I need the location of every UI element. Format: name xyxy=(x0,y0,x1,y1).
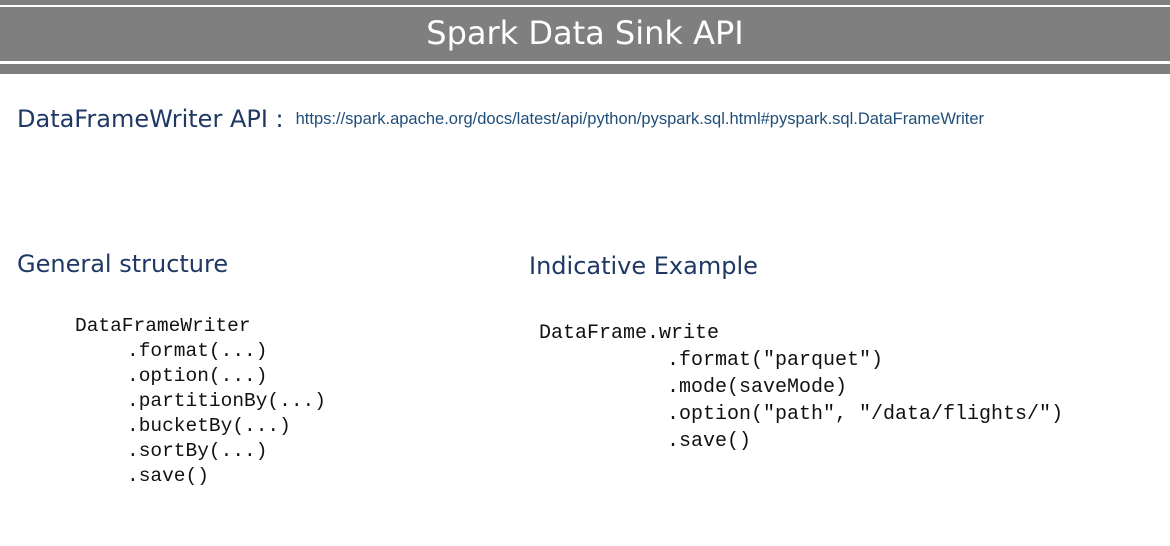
general-structure-code: DataFrameWriter .format(...) .option(...).… xyxy=(75,314,326,489)
code-line: .bucketBy(...) xyxy=(127,415,291,437)
code-line: .format(...) xyxy=(127,340,268,362)
indicative-example-heading: Indicative Example xyxy=(529,252,758,280)
api-reference-label: DataFrameWriter API : xyxy=(17,105,284,133)
code-line: .option(...) xyxy=(127,365,268,387)
general-structure-heading: General structure xyxy=(17,250,229,278)
code-line: .option("path", "/data/flights/") xyxy=(667,403,1064,426)
code-line: .save() xyxy=(667,430,752,453)
code-line: .partitionBy(...) xyxy=(127,390,326,412)
indicative-example-code: DataFrame.write .format("parquet") .mode(s… xyxy=(539,320,1063,455)
api-reference-link[interactable]: https://spark.apache.org/docs/latest/api… xyxy=(296,110,984,128)
slide: Spark Data Sink API DataFrameWriter API … xyxy=(0,0,1170,546)
title-divider-top xyxy=(0,5,1170,7)
code-line: DataFrame.write xyxy=(539,322,720,345)
slide-title: Spark Data Sink API xyxy=(426,14,744,52)
code-line: .mode(saveMode) xyxy=(667,376,848,399)
code-line: .sortBy(...) xyxy=(127,440,268,462)
api-reference: DataFrameWriter API : https://spark.apac… xyxy=(17,105,984,141)
code-line: DataFrameWriter xyxy=(75,315,251,337)
title-divider-bottom xyxy=(0,61,1170,64)
code-line: .format("parquet") xyxy=(667,349,884,372)
title-bar: Spark Data Sink API xyxy=(0,0,1170,74)
code-line: .save() xyxy=(127,465,209,487)
